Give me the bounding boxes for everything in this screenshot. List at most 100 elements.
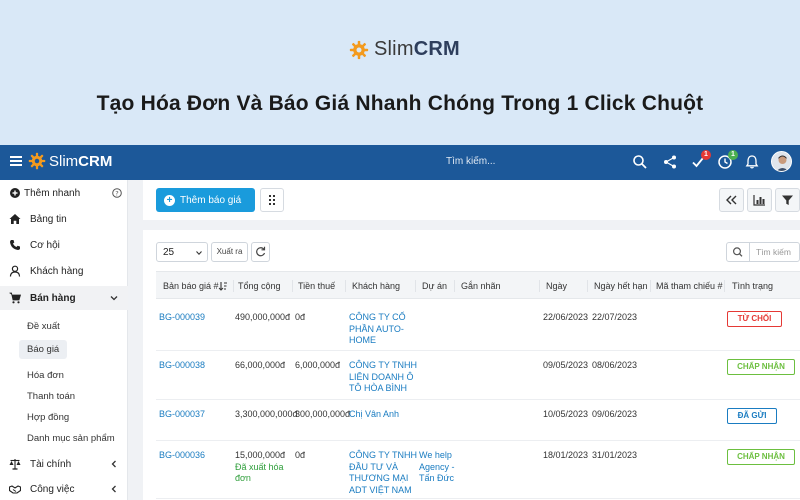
total-cell: 66,000,000đ: [235, 360, 286, 370]
global-search-input[interactable]: Tìm kiếm...: [446, 156, 495, 167]
column-header-date[interactable]: Ngày: [546, 281, 567, 291]
page-size-select[interactable]: 25: [156, 242, 208, 262]
table-row[interactable]: BG-000037 3,300,000,000đ 300,000,000đ Chị V…: [156, 400, 800, 441]
customer-link[interactable]: HOME: [349, 335, 376, 347]
chart-stats-button[interactable]: [747, 188, 772, 212]
sidebar-item-label: Bảng tin: [30, 213, 67, 225]
sidebar-item-label: Cơ hội: [30, 239, 60, 251]
project-link[interactable]: Agency -: [419, 462, 455, 474]
customer-link[interactable]: ADT VIỆT NAM: [349, 485, 412, 497]
quotes-table-panel: 25 Xuất ra Tìm kiếm Bản báo giá # Tổng c…: [143, 230, 800, 500]
user-icon: [9, 265, 21, 277]
customer-link[interactable]: THƯƠNG MẠI: [349, 473, 408, 485]
chevron-down-icon: [196, 251, 202, 256]
quick-add-label: Thêm nhanh: [24, 187, 81, 199]
collapse-panel-button[interactable]: [719, 188, 744, 212]
customer-link[interactable]: TÔ HÒA BÌNH: [349, 383, 407, 395]
help-icon[interactable]: ?: [112, 188, 122, 198]
quote-number-link[interactable]: BG-000039: [159, 312, 205, 324]
expiry-cell: 09/06/2023: [592, 409, 638, 419]
column-header-status[interactable]: Tình trạng: [732, 281, 773, 291]
gear-logo-icon: [349, 40, 369, 59]
add-quote-label: Thêm báo giá: [180, 194, 242, 206]
tax-cell: 0đ: [295, 312, 306, 322]
table-search-input[interactable]: Tìm kiếm: [726, 242, 800, 262]
quote-number-link[interactable]: BG-000037: [159, 409, 205, 421]
sidebar-subitem-proposals[interactable]: Đề xuất: [27, 321, 60, 332]
double-chevron-left-icon: [726, 195, 737, 205]
column-header-project[interactable]: Dự án: [422, 281, 447, 291]
column-header-quote-number[interactable]: Bản báo giá #: [163, 281, 219, 291]
customer-link[interactable]: LIÊN DOANH Ô: [349, 372, 414, 384]
customer-link[interactable]: Chị Vân Anh: [349, 409, 399, 421]
refresh-button[interactable]: [251, 242, 270, 262]
status-badge: ĐÃ GỬI: [727, 408, 777, 424]
sidebar-subitem-payments[interactable]: Thanh toán: [27, 391, 75, 402]
sidebar-item-dashboard[interactable]: Bảng tin: [0, 208, 128, 230]
user-avatar[interactable]: [771, 151, 792, 172]
sidebar-subitem-invoices[interactable]: Hóa đơn: [27, 370, 64, 381]
sidebar-item-sales[interactable]: Bán hàng: [0, 286, 128, 310]
share-icon[interactable]: [662, 154, 678, 170]
customer-link[interactable]: PHẦN AUTO-: [349, 324, 404, 336]
filter-button[interactable]: [775, 188, 800, 212]
customer-link[interactable]: CÔNG TY TNHH: [349, 450, 417, 462]
column-header-total[interactable]: Tổng cộng: [238, 281, 281, 291]
sidebar-item-opportunities[interactable]: Cơ hội: [0, 234, 128, 256]
quote-number-link[interactable]: BG-000036: [159, 450, 205, 462]
status-badge: TỪ CHỐI: [727, 311, 782, 327]
grid-view-button[interactable]: [260, 188, 284, 212]
column-header-customer[interactable]: Khách hàng: [352, 281, 400, 291]
main-content: + Thêm báo giá 25 Xuất ra Tìm kiếm Bản b…: [143, 180, 800, 500]
customer-link[interactable]: CÔNG TY TNHH: [349, 360, 417, 372]
status-badge: CHẤP NHẬN: [727, 449, 795, 465]
expiry-cell: 31/01/2023: [592, 450, 638, 460]
quick-add-button[interactable]: Thêm nhanh ?: [0, 182, 128, 204]
tasks-button[interactable]: 1: [690, 150, 711, 170]
table-row[interactable]: BG-000036 15,000,000đ 0đ CÔNG TY TNHH ĐẦU TƯ…: [156, 441, 800, 499]
table-row[interactable]: BG-000038 66,000,000đ 6,000,000đ CÔNG TY TN…: [156, 351, 800, 400]
chevron-left-icon: [111, 485, 116, 493]
plus-circle-icon: [10, 188, 20, 198]
customer-link[interactable]: CÔNG TY CỔ: [349, 312, 406, 324]
menu-icon[interactable]: [10, 156, 22, 166]
bar-chart-icon: [753, 195, 765, 206]
app-logo[interactable]: SlimCRM: [28, 152, 112, 170]
sidebar-subitem-products[interactable]: Danh mục sản phẩm: [27, 433, 115, 444]
table-row[interactable]: BG-000039 490,000,000đ 0đ CÔNG TY CỔ PHẦN AU…: [156, 303, 800, 351]
search-icon: [732, 247, 743, 257]
phone-icon: [10, 240, 20, 250]
timer-badge: 1: [728, 150, 738, 160]
sidebar-item-finance[interactable]: Tài chính: [0, 453, 128, 475]
column-header-reference[interactable]: Mã tham chiếu #: [656, 281, 723, 291]
app-window: SlimCRM Tìm kiếm... 1 1 Thêm nhanh ? Bản…: [0, 145, 800, 500]
project-link[interactable]: We help: [419, 450, 452, 462]
add-quote-button[interactable]: + Thêm báo giá: [156, 188, 255, 212]
promo-banner: SlimCRM Tạo Hóa Đơn Và Báo Giá Nhanh Chó…: [0, 0, 800, 145]
app-brand-name: SlimCRM: [49, 152, 113, 170]
tax-cell: 6,000,000đ: [295, 360, 341, 370]
column-header-expiry-date[interactable]: Ngày hết hạn: [594, 281, 648, 291]
export-button[interactable]: Xuất ra: [211, 242, 248, 262]
refresh-icon: [256, 246, 266, 257]
sidebar-item-work[interactable]: Công việc: [0, 478, 128, 500]
search-divider: [749, 243, 750, 261]
project-link[interactable]: Tấn Đức: [419, 473, 454, 485]
timer-button[interactable]: 1: [717, 150, 738, 170]
chevron-left-icon: [111, 460, 116, 468]
search-icon[interactable]: [632, 154, 648, 170]
sidebar-subitem-contracts[interactable]: Hợp đồng: [27, 412, 69, 423]
customer-link[interactable]: ĐẦU TƯ VÀ: [349, 462, 398, 474]
banner-headline: Tạo Hóa Đơn Và Báo Giá Nhanh Chóng Trong…: [96, 92, 704, 115]
sidebar-item-customers[interactable]: Khách hàng: [0, 260, 128, 282]
sidebar-subitem-quotes[interactable]: Báo giá: [19, 340, 68, 359]
sidebar: Thêm nhanh ? Bảng tin Cơ hội Khách hàng: [0, 180, 128, 500]
quote-number-link[interactable]: BG-000038: [159, 360, 205, 372]
page-size-value: 25: [163, 247, 175, 258]
column-header-tags[interactable]: Gắn nhãn: [461, 281, 501, 291]
bell-icon[interactable]: [744, 154, 760, 170]
page-toolbar: + Thêm báo giá: [143, 180, 800, 220]
sort-icon[interactable]: [218, 281, 228, 291]
column-header-tax[interactable]: Tiền thuế: [298, 281, 335, 291]
cart-icon: [9, 292, 21, 304]
